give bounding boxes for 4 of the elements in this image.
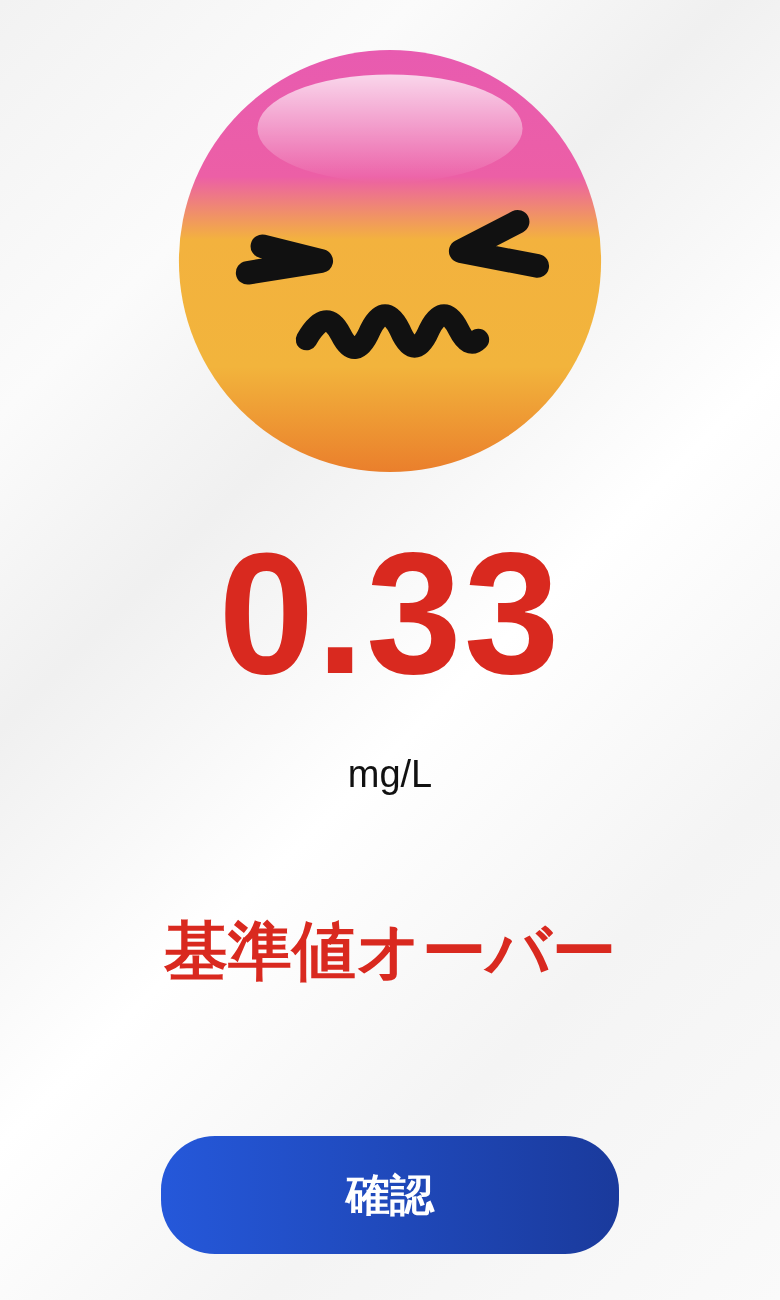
unit-label: mg/L (347, 754, 433, 796)
measurement-value: 0.33 (218, 527, 562, 699)
confirm-button[interactable]: 確認 (161, 1136, 619, 1255)
status-text: 基準値オーバー (164, 915, 616, 987)
